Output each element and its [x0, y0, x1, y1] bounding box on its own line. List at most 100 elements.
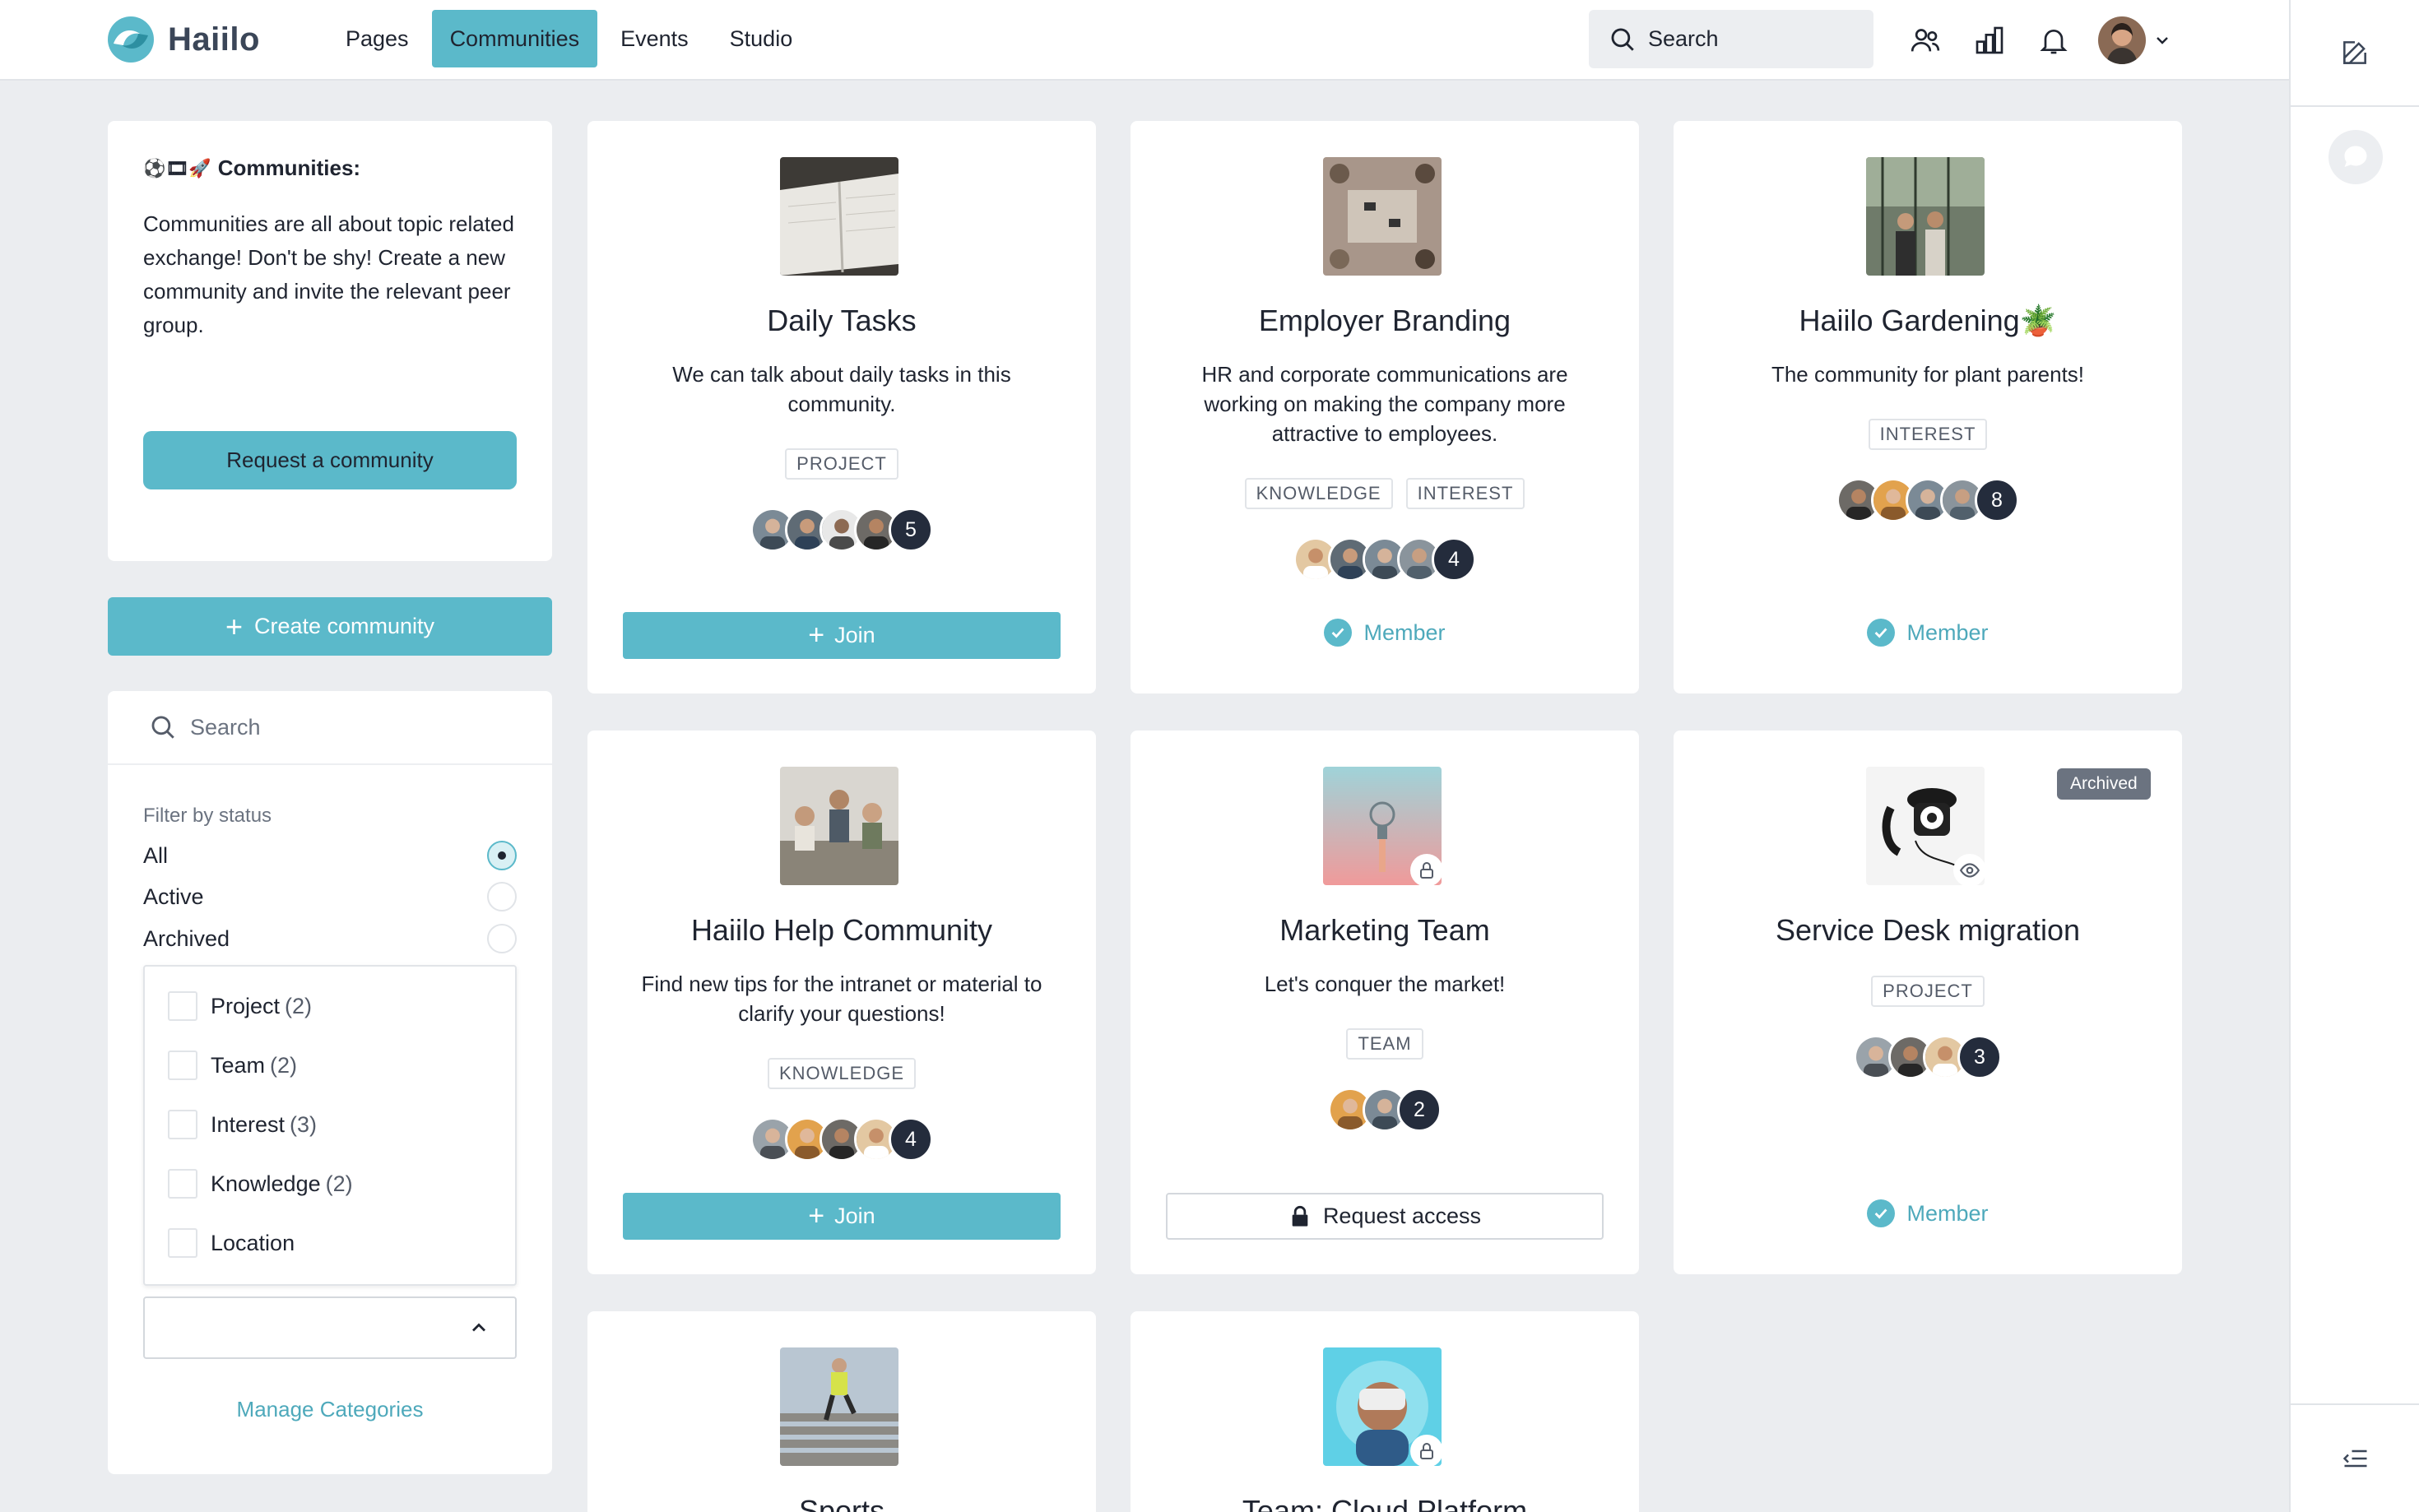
radio-button[interactable]	[487, 882, 517, 911]
member-status[interactable]: Member	[1674, 1199, 2182, 1227]
category-count: (2)	[325, 1171, 353, 1196]
member-label: Member	[1906, 619, 1989, 645]
intro-heading: ⚽️🎞🚀 Communities:	[143, 155, 517, 181]
member-avatars[interactable]: 4	[587, 1117, 1096, 1162]
category-name: Knowledge	[211, 1171, 321, 1196]
member-status[interactable]: Member	[1131, 619, 1639, 647]
member-label: Member	[1363, 619, 1446, 645]
tag-list: TEAM	[1131, 1028, 1639, 1060]
category-tag: PROJECT	[785, 448, 898, 480]
category-tag: KNOWLEDGE	[767, 1058, 917, 1089]
global-search[interactable]: Search	[1589, 10, 1873, 68]
category-option-team[interactable]: Team (2)	[168, 1051, 297, 1080]
category-option-location[interactable]: Location	[168, 1228, 299, 1258]
request-access-button[interactable]: Request access	[1166, 1193, 1604, 1240]
member-count-badge: 4	[889, 1117, 933, 1162]
chevron-down-icon[interactable]	[2152, 30, 2172, 50]
community-card[interactable]: Team: Cloud Platform	[1131, 1311, 1639, 1512]
app-name: Haiilo	[168, 21, 260, 58]
community-image	[1866, 157, 1985, 276]
community-title[interactable]: Haiilo Help Community	[587, 913, 1096, 948]
filter-panel: Search Filter by status All Active Archi…	[108, 691, 552, 1474]
radio-button[interactable]	[487, 924, 517, 953]
community-title[interactable]: Daily Tasks	[587, 304, 1096, 338]
member-avatars[interactable]: 2	[1131, 1088, 1639, 1132]
menu-collapse-icon[interactable]	[2341, 1444, 2370, 1473]
plus-icon: +	[808, 1200, 825, 1231]
header-actions	[1906, 16, 2172, 64]
search-icon	[1611, 28, 1634, 51]
community-description: Find new tips for the intranet or materi…	[641, 972, 1042, 1026]
member-avatars[interactable]: 8	[1674, 478, 2182, 522]
create-community-button[interactable]: + Create community	[108, 597, 552, 656]
archived-badge: Archived	[2057, 768, 2151, 800]
community-title[interactable]: Haiilo Gardening🪴	[1674, 304, 2182, 338]
edit-icon[interactable]	[2339, 37, 2370, 68]
checkbox[interactable]	[168, 1169, 197, 1199]
main-nav: Pages Communities Events Studio	[327, 10, 815, 67]
checkbox[interactable]	[168, 1228, 197, 1258]
filter-status-label: Filter by status	[143, 805, 272, 827]
plus-icon: +	[225, 609, 243, 643]
chat-icon[interactable]	[2328, 130, 2383, 184]
nav-events[interactable]: Events	[602, 10, 707, 67]
logo[interactable]: Haiilo	[107, 15, 260, 64]
checkbox[interactable]	[168, 1051, 197, 1080]
checkbox[interactable]	[168, 991, 197, 1021]
community-card[interactable]: Daily Tasks We can talk about daily task…	[587, 121, 1096, 693]
status-option-archived[interactable]: Archived	[143, 922, 517, 955]
request-community-button[interactable]: Request a community	[143, 431, 517, 489]
nav-communities[interactable]: Communities	[431, 10, 598, 67]
community-card[interactable]: Archived Service Desk migration PROJECT …	[1674, 730, 2182, 1274]
tag-list: PROJECT	[1674, 976, 2182, 1007]
tag-list: KNOWLEDGE INTEREST	[1131, 478, 1639, 509]
member-count-badge: 2	[1397, 1088, 1442, 1132]
member-avatars[interactable]: 3	[1674, 1035, 2182, 1079]
category-select[interactable]	[143, 1296, 517, 1359]
nav-pages[interactable]: Pages	[327, 10, 427, 67]
category-option-interest[interactable]: Interest (3)	[168, 1110, 317, 1139]
nav-studio[interactable]: Studio	[712, 10, 811, 67]
checkmark-icon	[1867, 619, 1896, 647]
category-option-knowledge[interactable]: Knowledge (2)	[168, 1169, 353, 1199]
category-name: Location	[211, 1230, 295, 1255]
community-title[interactable]: Service Desk migration	[1674, 913, 2182, 948]
community-card[interactable]: Employer Branding HR and corporate commu…	[1131, 121, 1639, 693]
community-title[interactable]: Team: Cloud Platform	[1131, 1494, 1639, 1512]
bell-icon[interactable]	[2034, 17, 2073, 63]
search-placeholder: Search	[190, 714, 261, 740]
join-label: Join	[834, 623, 875, 647]
member-avatars[interactable]: 4	[1131, 537, 1639, 582]
community-card[interactable]: Marketing Team Let's conquer the market!…	[1131, 730, 1639, 1274]
intro-text: Communities are all about topic related …	[143, 211, 514, 337]
status-option-active[interactable]: Active	[143, 880, 517, 913]
people-icon[interactable]	[1906, 17, 1945, 63]
radio-button[interactable]	[487, 841, 517, 870]
category-option-project[interactable]: Project (2)	[168, 991, 312, 1021]
category-tag: KNOWLEDGE	[1244, 478, 1393, 509]
join-button[interactable]: + Join	[623, 612, 1061, 659]
community-card[interactable]: Haiilo Gardening🪴 The community for plan…	[1674, 121, 2182, 693]
community-title[interactable]: Marketing Team	[1131, 913, 1639, 948]
community-card[interactable]: Haiilo Help Community Find new tips for …	[587, 730, 1096, 1274]
status-label: Active	[143, 884, 204, 909]
manage-categories-link[interactable]: Manage Categories	[108, 1397, 552, 1422]
member-status[interactable]: Member	[1674, 619, 2182, 647]
checkbox[interactable]	[168, 1110, 197, 1139]
tag-list: INTEREST	[1674, 419, 2182, 450]
category-tag: PROJECT	[1871, 976, 1985, 1007]
community-search-input[interactable]: Search	[108, 691, 552, 765]
community-title[interactable]: Employer Branding	[1131, 304, 1639, 338]
status-option-all[interactable]: All	[143, 839, 517, 872]
community-title[interactable]: Sports	[587, 1494, 1096, 1512]
category-count: (3)	[290, 1111, 318, 1137]
chevron-up-icon	[472, 1323, 485, 1332]
chart-icon[interactable]	[1970, 17, 2009, 63]
request-access-label: Request access	[1322, 1204, 1482, 1228]
member-avatars[interactable]: 5	[587, 508, 1096, 552]
plus-icon: +	[808, 619, 825, 651]
community-card[interactable]: Sports	[587, 1311, 1096, 1512]
user-avatar[interactable]	[2098, 16, 2146, 64]
join-button[interactable]: + Join	[623, 1193, 1061, 1240]
lock-icon	[1410, 1435, 1443, 1468]
